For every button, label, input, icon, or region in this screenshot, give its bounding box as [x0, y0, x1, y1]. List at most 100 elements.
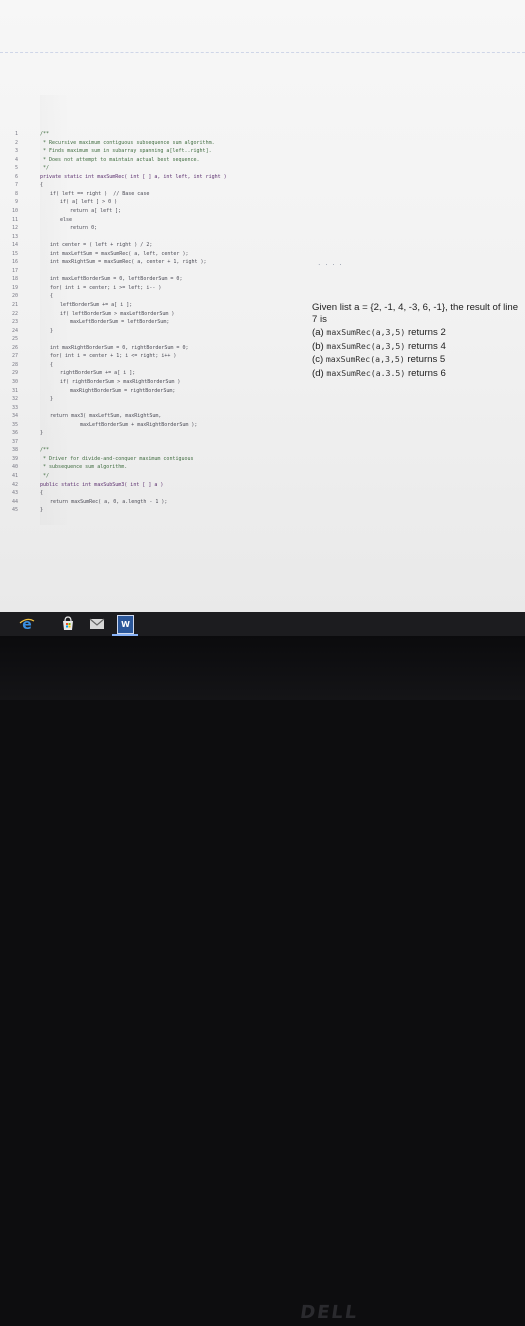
line-number: 14	[11, 242, 18, 249]
code-line: 34 return max3( maxLeftSum, maxRightSum,	[6, 412, 306, 420]
code-line: 14 int center = ( left + right ) / 2;	[6, 241, 306, 249]
code-line: 10 return a[ left ];	[6, 207, 306, 215]
line-number: 31	[11, 387, 18, 394]
code-text: */	[40, 473, 50, 479]
code-line: 6 private static int maxSumRec( int [ ] a…	[6, 173, 306, 181]
line-number: 45	[11, 507, 18, 514]
question-block: Given list a = {2, -1, 4, -3, 6, -1}, th…	[312, 302, 522, 380]
code-line: 27 for( int i = center + 1; i <= right; i…	[6, 352, 306, 360]
code-line: 35 maxLeftBorderSum + maxRightBorderSum )…	[6, 421, 306, 429]
code-line: 5 */	[6, 164, 306, 172]
code-line: 20{	[6, 292, 306, 300]
line-number: 20	[11, 293, 18, 300]
code-line: 19 for( int i = center; i >= left; i-- )	[6, 284, 306, 292]
line-number: 16	[11, 259, 18, 266]
code-line: 1 /**	[6, 130, 306, 138]
line-number: 23	[11, 319, 18, 326]
option-c[interactable]: (c) maxSumRec(a,3,5) returns 5	[312, 353, 522, 367]
option-result: returns 2	[407, 327, 446, 338]
line-number: 42	[11, 481, 18, 488]
line-number: 9	[14, 199, 18, 206]
store-icon[interactable]	[60, 616, 76, 632]
option-label: (c)	[312, 354, 324, 365]
code-line: 37	[6, 438, 306, 446]
code-line: 30 if( rightBorderSum > maxRightBorderSum…	[6, 378, 306, 386]
code-line: 24}	[6, 327, 306, 335]
code-line: 32}	[6, 395, 306, 403]
code-line: 13	[6, 233, 306, 241]
code-line: 33	[6, 404, 306, 412]
line-number: 38	[11, 447, 18, 454]
page-divider	[0, 52, 525, 53]
code-text: private static int maxSumRec( int [ ] a,…	[40, 173, 227, 180]
line-number: 37	[11, 438, 18, 445]
line-number: 6	[14, 173, 18, 180]
code-line: 7{	[6, 181, 306, 189]
code-line: 43{	[6, 489, 306, 497]
code-line: 31 maxRightBorderSum = rightBorderSum;	[6, 387, 306, 395]
code-line: 39 * Driver for divide-and-conquer maxim…	[6, 455, 306, 463]
code-text: * Does not attempt to maintain actual be…	[40, 156, 200, 163]
line-number: 34	[11, 413, 18, 420]
code-listing: 1 /** 2 * Recursive maximum contiguous sub…	[6, 130, 306, 530]
monitor-screen: 1 /** 2 * Recursive maximum contiguous sub…	[0, 0, 525, 612]
line-number: 13	[11, 233, 18, 240]
code-line: 29 rightBorderSum += a[ i ];	[6, 369, 306, 377]
code-line: 26 int maxRightBorderSum = 0, rightBorder…	[6, 344, 306, 352]
code-line: 9 if( a[ left ] > 0 )	[6, 198, 306, 206]
code-line: 22 if( leftBorderSum > maxLeftBorderSum )	[6, 310, 306, 318]
code-line: 25	[6, 335, 306, 343]
line-number: 24	[11, 327, 18, 334]
internet-explorer-icon[interactable]: e	[19, 616, 35, 632]
option-a[interactable]: (a) maxSumRec(a,3,5) returns 2	[312, 326, 522, 340]
line-number: 36	[11, 430, 18, 437]
code-line: 18 int maxLeftBorderSum = 0, leftBorderSu…	[6, 275, 306, 283]
option-result: returns 4	[407, 340, 446, 352]
line-number: 5	[14, 165, 18, 172]
code-line: 12 return 0;	[6, 224, 306, 232]
option-b[interactable]: (b) maxSumRec(a,3,5) returns 4	[312, 340, 522, 354]
question-text: Given list a = {2, -1, 4, -3, 6, -1}, th…	[312, 302, 519, 325]
line-number: 12	[11, 225, 18, 232]
code-text: public static int maxSubSum3( int [ ] a …	[40, 481, 164, 488]
option-label: (d)	[312, 367, 324, 379]
option-call: maxSumRec(a,3,5)	[326, 327, 406, 337]
mail-icon[interactable]	[89, 616, 105, 632]
option-call: maxSumRec(a,3,5)	[326, 340, 406, 351]
code-line: 8 if( left == right ) // Base case	[6, 190, 306, 198]
ellipsis-marker: . . . .	[318, 258, 343, 267]
line-number: 7	[14, 182, 18, 189]
code-line: 21 leftBorderSum += a[ i ];	[6, 301, 306, 309]
code-line: 2 * Recursive maximum contiguous subsequ…	[6, 139, 306, 147]
line-number: 41	[11, 473, 18, 479]
line-number: 1	[14, 131, 18, 137]
code-line: 28{	[6, 361, 306, 369]
line-number: 10	[11, 207, 18, 214]
option-d[interactable]: (d) maxSumRec(a.3.5) returns 6	[312, 367, 522, 381]
dell-logo: DELL	[298, 1302, 360, 1323]
line-number: 21	[11, 302, 18, 308]
code-line: 4 * Does not attempt to maintain actual …	[6, 156, 306, 164]
line-number: 32	[11, 396, 18, 403]
line-number: 17	[11, 267, 18, 274]
code-line: 15 int maxLeftSum = maxSumRec( a, left, c…	[6, 250, 306, 258]
code-text: * subsequence sum algorithm.	[40, 464, 128, 471]
line-number: 33	[11, 404, 18, 411]
line-number: 39	[11, 455, 18, 462]
code-line: 40 * subsequence sum algorithm.	[6, 463, 306, 471]
word-icon[interactable]: W	[117, 615, 134, 634]
taskbar: e W	[0, 612, 525, 636]
line-number: 8	[14, 190, 18, 197]
line-number: 15	[11, 250, 18, 257]
word-letter: W	[121, 620, 130, 629]
code-text: }	[40, 507, 44, 514]
code-line: 42 public static int maxSubSum3( int [ ] …	[6, 481, 306, 489]
code-text: * Driver for divide-and-conquer maximum …	[40, 455, 194, 462]
line-number: 35	[11, 421, 18, 428]
line-number: 22	[11, 310, 18, 317]
line-number: 43	[11, 490, 18, 497]
code-text: * Recursive maximum contiguous subsequen…	[40, 139, 215, 146]
monitor-bezel: DELL	[0, 636, 525, 1323]
code-text: /**	[40, 131, 50, 137]
code-line: 17	[6, 267, 306, 275]
